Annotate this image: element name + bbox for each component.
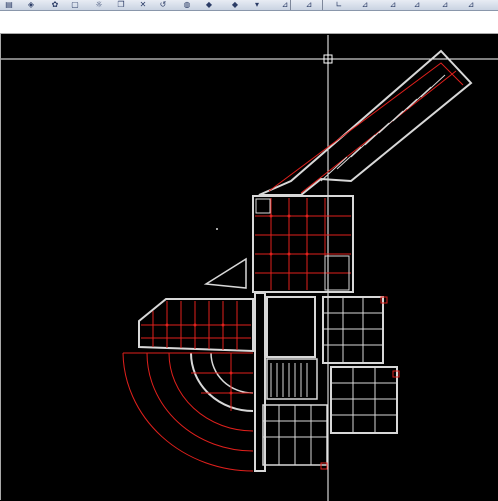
dimension-linear-icon[interactable]: ⊿ (276, 0, 294, 9)
sun-icon[interactable]: ☼ (90, 0, 108, 9)
toolbar-separator (322, 0, 323, 10)
dimension-aligned-icon[interactable]: ⊿ (300, 0, 318, 9)
gear-icon[interactable]: ✿ (46, 0, 64, 9)
copy-icon[interactable]: ❐ (112, 0, 130, 9)
right-blocks (320, 296, 400, 470)
dimension-angular-icon[interactable]: ∟ (330, 0, 348, 9)
point-marker (216, 228, 218, 230)
layers-icon[interactable]: ◆ (226, 0, 244, 9)
curved-auditorium (122, 352, 254, 472)
toolbar-separator (290, 0, 291, 10)
dimension-baseline-icon[interactable]: ⊿ (436, 0, 454, 9)
bulb-icon[interactable]: ◍ (178, 0, 196, 9)
dimension-diameter-icon[interactable]: ⊿ (384, 0, 402, 9)
diagonal-wing (258, 49, 473, 196)
dimension-ordinate-icon[interactable]: ⊿ (408, 0, 426, 9)
toolbar: ▤ ◈ ✿ ▢ ☼ ❐ ✕ ↺ ◍ ◆ ◆ ▾ ⊿ ⊿ ∟ ⊿ ⊿ ⊿ ⊿ ⊿ (0, 0, 498, 11)
triangle-annex (203, 257, 247, 289)
drawing-canvas[interactable] (0, 33, 498, 501)
command-strip (0, 11, 498, 33)
upper-block (252, 195, 354, 293)
dimension-continue-icon[interactable]: ⊿ (462, 0, 480, 9)
square-icon[interactable]: ▢ (66, 0, 84, 9)
dropdown-icon[interactable]: ▾ (248, 0, 266, 9)
stack-icon[interactable]: ◆ (200, 0, 218, 9)
rotate-icon[interactable]: ↺ (154, 0, 172, 9)
layer-icon[interactable]: ▤ (0, 0, 18, 9)
erase-icon[interactable]: ✕ (134, 0, 152, 9)
floor-plan-drawing[interactable] (1, 34, 498, 501)
dimension-radius-icon[interactable]: ⊿ (356, 0, 374, 9)
cube-icon[interactable]: ◈ (22, 0, 40, 9)
central-corridor (254, 292, 328, 472)
